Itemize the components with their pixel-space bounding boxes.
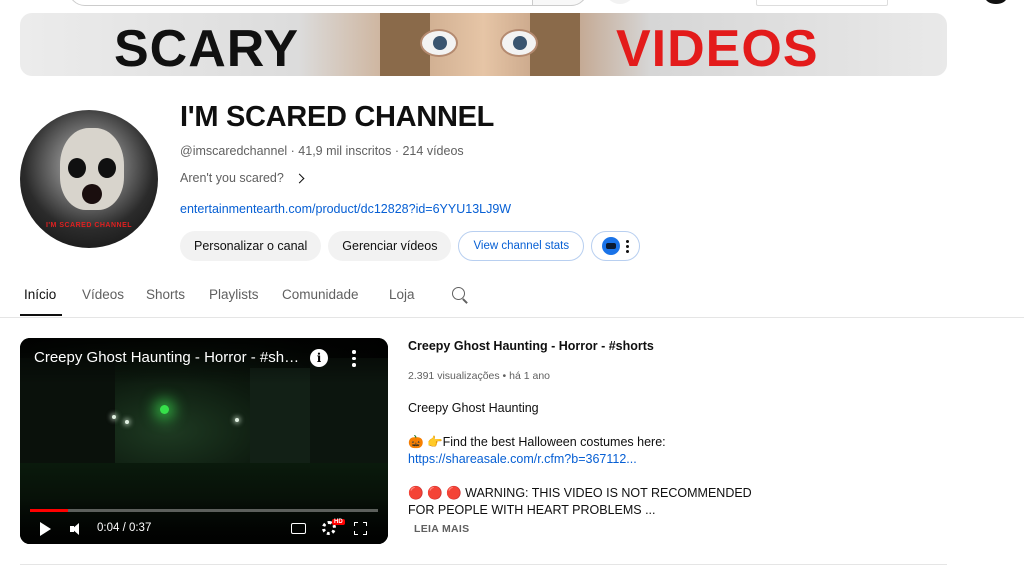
scene-green-light — [160, 405, 169, 414]
play-icon[interactable] — [40, 522, 51, 536]
channel-actions: Personalizar o canal Gerenciar vídeos Vi… — [180, 231, 641, 261]
extension-button[interactable] — [591, 231, 641, 261]
desc-line: Creepy Ghost Haunting — [408, 401, 539, 415]
more-vert-icon — [626, 239, 630, 253]
avatar-eye-left — [68, 158, 86, 178]
scene-lamp — [112, 415, 116, 419]
tagline-text: Aren't you scared? — [180, 171, 284, 185]
progress-bar[interactable] — [30, 509, 378, 512]
avatar-face — [60, 128, 124, 210]
avatar-mouth — [82, 184, 102, 204]
banner-text-right: VIDEOS — [616, 20, 819, 76]
banner-text-left: SCARY — [114, 20, 300, 76]
desc-line: 🔴 🔴 🔴 WARNING: THIS VIDEO IS NOT RECOMME… — [408, 486, 752, 517]
customize-channel-button[interactable]: Personalizar o canal — [180, 231, 322, 261]
account-avatar[interactable] — [985, 0, 1007, 4]
video-meta: 2.391 visualizações • há 1 ano — [408, 370, 551, 382]
desc-line: 🎃 👉Find the best Halloween costumes here… — [408, 435, 666, 449]
search-input[interactable] — [68, 0, 588, 6]
channel-link[interactable]: entertainmentearth.com/product/dc12828?i… — [180, 202, 511, 216]
extension-logo-icon — [602, 237, 621, 255]
voice-search-button[interactable] — [604, 0, 636, 4]
avatar-eye-right — [98, 158, 116, 178]
channel-avatar[interactable]: I'M SCARED CHANNEL — [20, 110, 158, 248]
avatar-caption: I'M SCARED CHANNEL — [45, 222, 133, 229]
hd-badge: HD — [332, 519, 345, 525]
banner-eye-left — [420, 29, 458, 57]
video-player[interactable]: Creepy Ghost Haunting - Horror - #shorts… — [20, 338, 388, 544]
video-title[interactable]: Creepy Ghost Haunting - Horror - #shorts — [408, 339, 654, 353]
tab-playlists[interactable]: Playlists — [209, 287, 259, 302]
desc-link[interactable]: https://shareasale.com/r.cfm?b=367112... — [408, 452, 637, 466]
info-icon[interactable]: i — [310, 349, 328, 367]
channel-banner: SCARY VIDEOS — [20, 13, 947, 76]
progress-fill — [30, 509, 68, 512]
top-field[interactable] — [756, 0, 888, 6]
tab-shorts[interactable]: Shorts — [146, 287, 185, 302]
channel-tagline[interactable]: Aren't you scared? — [180, 171, 305, 185]
chevron-right-icon — [294, 173, 305, 183]
channel-meta: @imscaredchannel · 41,9 mil inscritos · … — [180, 144, 464, 158]
subtitles-icon[interactable] — [291, 523, 306, 534]
tab-inicio[interactable]: Início — [24, 287, 56, 302]
video-description: Creepy Ghost Haunting 🎃 👉Find the best H… — [408, 400, 758, 519]
manage-videos-button[interactable]: Gerenciar vídeos — [328, 231, 452, 261]
tab-loja[interactable]: Loja — [389, 287, 415, 302]
channel-name: I'M SCARED CHANNEL — [180, 101, 495, 133]
channel-tabs: Início Vídeos Shorts Playlists Comunidad… — [0, 280, 1024, 318]
section-divider — [20, 564, 947, 565]
banner-face-image — [380, 13, 580, 76]
banner-eye-right — [500, 29, 538, 57]
tab-videos[interactable]: Vídeos — [82, 287, 124, 302]
search-button[interactable] — [532, 0, 588, 6]
top-bar — [0, 0, 1024, 12]
read-more-button[interactable]: LEIA MAIS — [414, 523, 469, 535]
scene-lamp — [235, 418, 239, 422]
player-title[interactable]: Creepy Ghost Haunting - Horror - #shorts — [34, 349, 304, 366]
active-tab-indicator — [20, 314, 62, 316]
volume-icon[interactable] — [70, 523, 84, 535]
tab-comunidade[interactable]: Comunidade — [282, 287, 359, 302]
view-channel-stats-button[interactable]: View channel stats — [458, 231, 585, 261]
time-display: 0:04 / 0:37 — [97, 522, 152, 534]
fullscreen-icon[interactable] — [354, 522, 367, 535]
scene-lamp — [125, 420, 129, 424]
more-vert-icon[interactable] — [352, 350, 356, 367]
search-icon[interactable] — [452, 287, 468, 303]
